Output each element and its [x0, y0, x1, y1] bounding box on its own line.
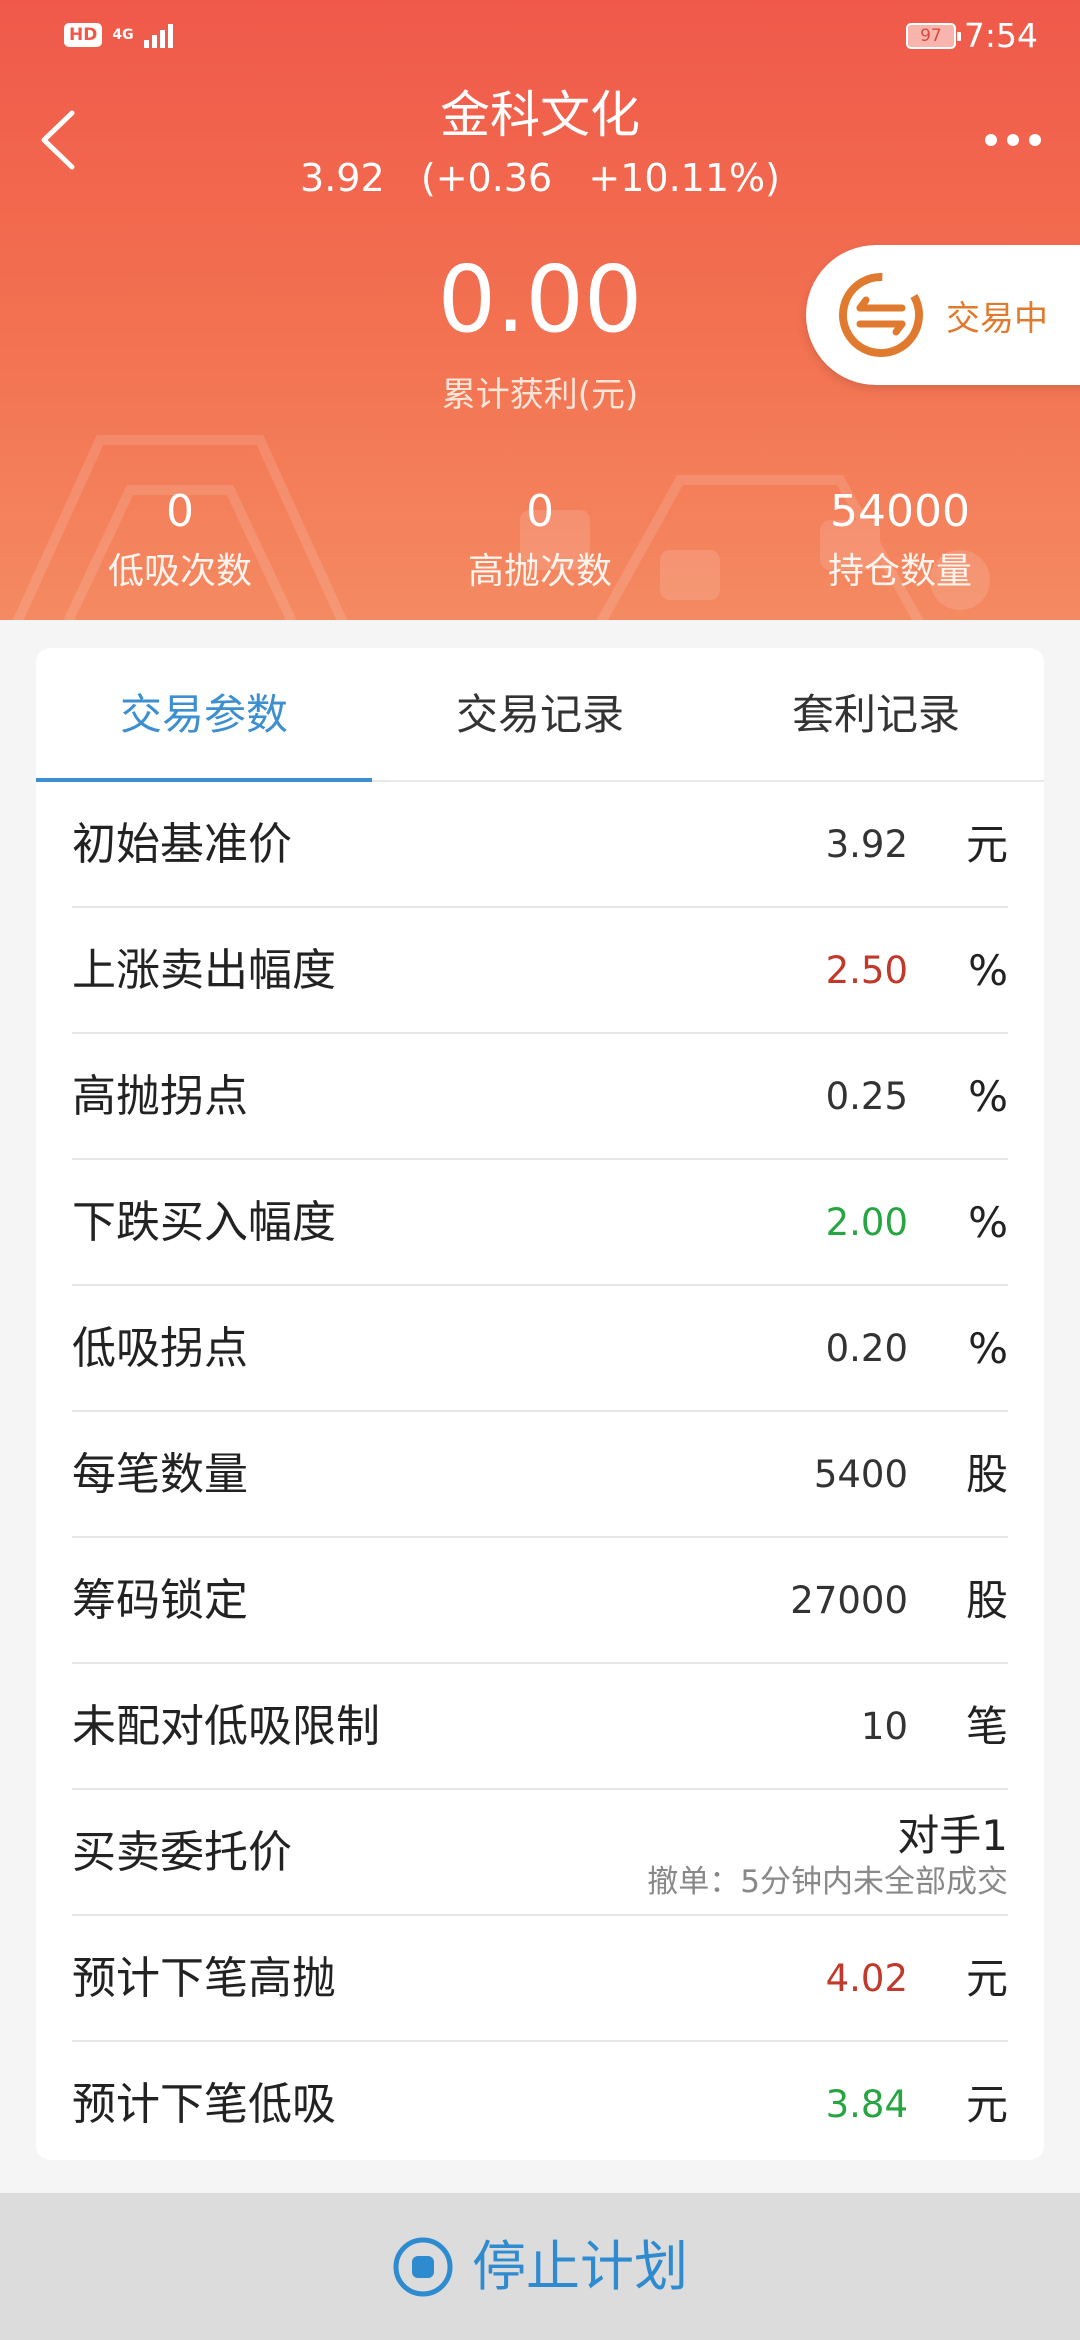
param-value: 0.25 — [825, 1075, 908, 1118]
param-unit: % — [968, 1072, 1008, 1121]
param-subtext: 撤单：5分钟内未全部成交 — [647, 1864, 1008, 1900]
trading-status-label: 交易中 — [946, 298, 1048, 339]
param-unit: 元 — [965, 1954, 1008, 2003]
param-value: 5400 — [813, 1453, 908, 1496]
param-value: 3.84 — [825, 2083, 908, 2126]
param-value: 对手1 — [897, 1811, 1008, 1860]
more-icon[interactable] — [978, 120, 1048, 160]
page-title: 金科文化 — [440, 86, 640, 144]
param-unit: % — [968, 1198, 1008, 1247]
header: HD 4G 97 7:54 金科文化 3.92 (+0.36 +10.11%) … — [0, 0, 1080, 620]
tab-bar: 交易参数 交易记录 套利记录 — [36, 648, 1044, 782]
stat-value: 54000 — [830, 486, 970, 537]
param-row-unpaired-limit: 未配对低吸限制 10 笔 — [72, 1664, 1008, 1790]
stat-label: 高抛次数 — [467, 551, 612, 592]
param-row-next-high: 预计下笔高抛 4.02 元 — [72, 1916, 1008, 2042]
param-label: 下跌买入幅度 — [72, 1197, 336, 1248]
bottom-bar: 停止计划 — [0, 2193, 1080, 2340]
param-value: 3.92 — [825, 823, 908, 866]
param-row-low-turn: 低吸拐点 0.20 % — [72, 1286, 1008, 1412]
param-unit: 元 — [965, 2080, 1008, 2129]
network-label: 4G — [112, 27, 134, 43]
clock: 7:54 — [963, 16, 1038, 55]
param-label: 上涨卖出幅度 — [72, 945, 336, 996]
param-unit: 元 — [965, 820, 1008, 869]
params-card: 交易参数 交易记录 套利记录 初始基准价 3.92 元 上涨卖出幅度 2.50 … — [36, 648, 1044, 2160]
trading-status-pill[interactable]: 交易中 — [806, 245, 1080, 385]
tab-arbitrage-records[interactable]: 套利记录 — [708, 648, 1044, 780]
stat-value: 0 — [526, 486, 554, 537]
battery-level: 97 — [920, 26, 942, 46]
param-label: 未配对低吸限制 — [72, 1701, 380, 1752]
param-unit: % — [968, 946, 1008, 995]
param-label: 预计下笔高抛 — [72, 1953, 336, 2004]
param-unit: 笔 — [965, 1702, 1008, 1751]
stop-circle-icon — [393, 2237, 453, 2296]
tab-trade-records[interactable]: 交易记录 — [372, 648, 708, 780]
tab-trade-params[interactable]: 交易参数 — [36, 648, 372, 780]
stat-label: 低吸次数 — [107, 551, 252, 592]
param-value: 4.02 — [825, 1957, 908, 2000]
param-value: 2.00 — [825, 1201, 908, 1244]
param-row-chip-lock: 筹码锁定 27000 股 — [72, 1538, 1008, 1664]
param-value: 27000 — [790, 1579, 908, 1622]
stock-quote: 3.92 (+0.36 +10.11%) — [300, 156, 780, 200]
stat-position-qty: 54000 持仓数量 — [720, 480, 1080, 600]
param-label: 低吸拐点 — [72, 1323, 248, 1374]
param-label: 初始基准价 — [72, 819, 292, 870]
param-row-fall-buy: 下跌买入幅度 2.00 % — [72, 1160, 1008, 1286]
param-label: 高抛拐点 — [72, 1071, 248, 1122]
param-label: 筹码锁定 — [72, 1575, 248, 1626]
signal-icon — [143, 22, 173, 48]
stat-high-sell-count: 0 高抛次数 — [360, 480, 720, 600]
param-row-per-qty: 每笔数量 5400 股 — [72, 1412, 1008, 1538]
param-unit: % — [968, 1324, 1008, 1373]
stats-row: 0 低吸次数 0 高抛次数 54000 持仓数量 — [0, 480, 1080, 600]
param-label: 买卖委托价 — [72, 1827, 292, 1878]
battery-icon: 97 — [905, 23, 961, 49]
param-label: 预计下笔低吸 — [72, 2079, 336, 2130]
param-row-initial-price: 初始基准价 3.92 元 — [72, 782, 1008, 908]
stat-value: 0 — [166, 486, 194, 537]
param-row-order-price: 买卖委托价 对手1 撤单：5分钟内未全部成交 — [72, 1790, 1008, 1916]
param-row-high-turn: 高抛拐点 0.25 % — [72, 1034, 1008, 1160]
hd-badge: HD — [64, 23, 103, 47]
param-unit: 股 — [965, 1576, 1008, 1625]
param-row-rise-sell: 上涨卖出幅度 2.50 % — [72, 908, 1008, 1034]
param-value: 2.50 — [825, 949, 908, 992]
stop-plan-label: 停止计划 — [472, 2234, 688, 2298]
swap-icon — [839, 273, 923, 357]
param-value: 0.20 — [825, 1327, 908, 1370]
stop-plan-button[interactable]: 停止计划 — [392, 2232, 688, 2302]
stat-low-buy-count: 0 低吸次数 — [0, 480, 360, 600]
param-row-next-low: 预计下笔低吸 3.84 元 — [72, 2042, 1008, 2168]
param-label: 每笔数量 — [72, 1449, 248, 1500]
params-list: 初始基准价 3.92 元 上涨卖出幅度 2.50 % 高抛拐点 0.25 % 下… — [36, 782, 1044, 2168]
param-value: 10 — [860, 1705, 908, 1748]
stat-label: 持仓数量 — [827, 551, 972, 592]
param-unit: 股 — [965, 1450, 1008, 1499]
status-bar: HD 4G 97 7:54 — [0, 0, 1080, 72]
